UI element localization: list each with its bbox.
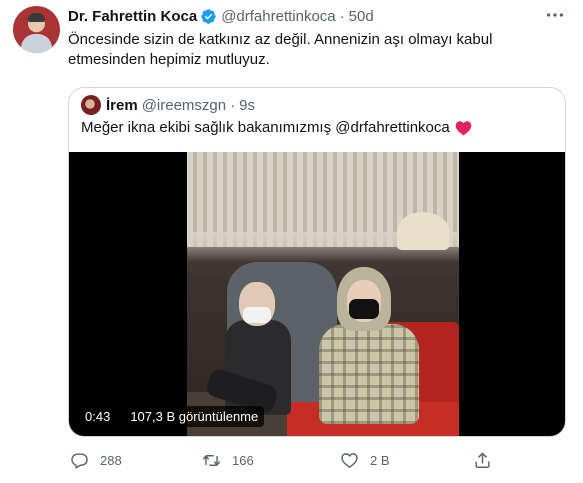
video-frame <box>187 152 459 436</box>
video-man-mask <box>243 307 271 323</box>
video-player[interactable]: 0:43 107,3 B görüntülenme <box>69 152 565 436</box>
video-info: 0:43 107,3 B görüntülenme <box>79 404 265 428</box>
author-avatar[interactable] <box>13 6 60 53</box>
quoted-tweet-text: Meğer ikna ekibi sağlık bakanımızmış @dr… <box>81 119 450 136</box>
retweet-button[interactable]: 166 <box>202 447 254 473</box>
quoted-tweet[interactable]: İrem @ireemszgn · 9s Meğer ikna ekibi sa… <box>68 87 566 437</box>
quoted-tweet-time: 9s <box>239 96 255 114</box>
video-views: 107,3 B görüntülenme <box>124 405 265 427</box>
tweet-text: Öncesinde sizin de katkınız az değil. An… <box>68 31 493 68</box>
quoted-tweet-header: İrem @ireemszgn · 9s <box>81 95 255 115</box>
retweet-count: 166 <box>232 452 254 468</box>
ellipsis-icon[interactable] <box>544 6 566 24</box>
separator-dot: · <box>230 96 236 114</box>
verified-badge-icon <box>200 8 217 25</box>
heart-icon <box>341 452 358 468</box>
author-handle[interactable]: @drfahrettinkoca <box>221 8 335 25</box>
author-name[interactable]: Dr. Fahrettin Koca <box>68 8 197 25</box>
quoted-tweet-text-row: Meğer ikna ekibi sağlık bakanımızmış @dr… <box>81 118 472 138</box>
reply-count: 288 <box>100 452 122 468</box>
separator-dot: · <box>339 7 345 25</box>
reply-button[interactable]: 288 <box>70 447 122 473</box>
retweet-icon <box>202 454 221 466</box>
quoted-author-handle: @ireemszgn <box>141 96 227 114</box>
avatar-body <box>21 34 52 53</box>
quoted-author-name: İrem <box>106 96 138 114</box>
video-woman-mask <box>349 299 379 319</box>
share-button[interactable] <box>473 447 503 473</box>
like-count: 2 B <box>370 452 390 468</box>
tweet-time[interactable]: 50d <box>349 8 374 25</box>
tweet-header: Dr. Fahrettin Koca @drfahrettinkoca · 50… <box>68 6 374 26</box>
avatar-hair <box>28 13 45 22</box>
share-icon <box>475 452 490 468</box>
reply-icon <box>71 452 88 469</box>
video-woman-coat <box>319 324 419 424</box>
video-lamp <box>397 212 449 250</box>
red-heart-icon <box>455 120 472 136</box>
tweet-actions: 288 166 2 B <box>68 447 566 473</box>
like-button[interactable]: 2 B <box>340 447 390 473</box>
video-duration: 0:43 <box>79 405 117 427</box>
tweet[interactable]: Dr. Fahrettin Koca @drfahrettinkoca · 50… <box>0 0 583 483</box>
quoted-author-avatar <box>81 95 101 115</box>
